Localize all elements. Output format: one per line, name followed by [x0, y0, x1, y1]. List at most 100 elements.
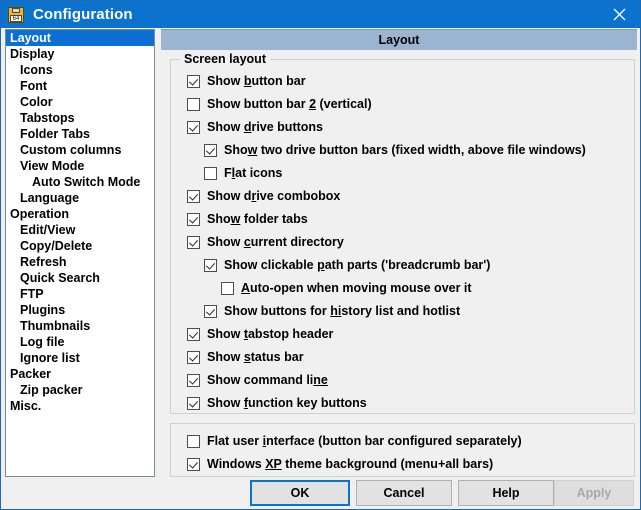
sidebar-item-display[interactable]: Display [6, 46, 154, 62]
label-accelerator: c [244, 235, 251, 249]
sidebar-item-label: Ignore list [20, 351, 80, 365]
sidebar-item-packer[interactable]: Packer [6, 366, 154, 382]
sidebar-item-view-mode[interactable]: View Mode [6, 158, 154, 174]
sidebar-item-edit-view[interactable]: Edit/View [6, 222, 154, 238]
checkbox-label: Show tabstop header [207, 327, 333, 341]
checkbox-label: Auto-open when moving mouse over it [241, 281, 472, 295]
label-accelerator: XP [265, 457, 281, 471]
label-text-post: tatus bar [251, 350, 304, 364]
floppy-disk-icon: 64 [8, 7, 24, 23]
label-text-post: ive combobox [256, 189, 340, 203]
checkbox-checked-icon [187, 190, 200, 203]
sidebar-item-ftp[interactable]: FTP [6, 286, 154, 302]
sidebar-item-label: Zip packer [20, 383, 83, 397]
sidebar-item-auto-switch-mode[interactable]: Auto Switch Mode [6, 174, 154, 190]
checkbox-flat-user-interface[interactable]: Flat user interface (button bar configur… [187, 432, 522, 450]
checkbox-show-tabstop-header[interactable]: Show tabstop header [187, 325, 333, 343]
checkbox-checked-icon [187, 121, 200, 134]
label-accelerator: w [231, 212, 241, 226]
label-text-post: story list and hotlist [341, 304, 460, 318]
label-text-pre: Show command li [207, 373, 313, 387]
sidebar-item-label: Misc. [10, 399, 41, 413]
checkbox-label: Show current directory [207, 235, 344, 249]
sidebar-item-label: FTP [20, 287, 44, 301]
sidebar-item-color[interactable]: Color [6, 94, 154, 110]
checkbox-show-drive-combobox[interactable]: Show drive combobox [187, 187, 340, 205]
checkbox-show-command-line[interactable]: Show command line [187, 371, 328, 389]
checkbox-checked-icon [187, 236, 200, 249]
sidebar-item-language[interactable]: Language [6, 190, 154, 206]
checkbox-show-button-bar-2[interactable]: Show button bar 2 (vertical) [187, 95, 372, 113]
label-text-pre: Show [207, 327, 244, 341]
label-text-post: uto-open when moving mouse over it [250, 281, 472, 295]
checkbox-flat-icons[interactable]: Flat icons [204, 164, 282, 182]
checkbox-label: Show button bar 2 (vertical) [207, 97, 372, 111]
sidebar-item-label: Custom columns [20, 143, 121, 157]
sidebar-item-quick-search[interactable]: Quick Search [6, 270, 154, 286]
cancel-button[interactable]: Cancel [356, 480, 452, 506]
checkbox-checked-icon [187, 458, 200, 471]
label-accelerator: p [317, 258, 325, 272]
close-icon[interactable] [597, 1, 641, 28]
checkbox-show-drive-buttons[interactable]: Show drive buttons [187, 118, 323, 136]
label-accelerator: s [244, 350, 251, 364]
checkbox-checked-icon [187, 213, 200, 226]
sidebar-item-zip-packer[interactable]: Zip packer [6, 382, 154, 398]
checkbox-windows-xp-theme-background[interactable]: Windows XP theme background (menu+all ba… [187, 455, 493, 473]
checkbox-label: Show command line [207, 373, 328, 387]
checkbox-label: Show button bar [207, 74, 306, 88]
checkbox-show-history-hotlist-buttons[interactable]: Show buttons for history list and hotlis… [204, 302, 460, 320]
checkbox-show-folder-tabs[interactable]: Show folder tabs [187, 210, 308, 228]
label-text-pre: Show [207, 74, 244, 88]
settings-category-tree[interactable]: LayoutDisplayIconsFontColorTabstopsFolde… [5, 29, 155, 477]
sidebar-item-plugins[interactable]: Plugins [6, 302, 154, 318]
label-accelerator: w [248, 143, 258, 157]
ok-button[interactable]: OK [250, 480, 350, 506]
sidebar-item-font[interactable]: Font [6, 78, 154, 94]
sidebar-item-folder-tabs[interactable]: Folder Tabs [6, 126, 154, 142]
sidebar-item-thumbnails[interactable]: Thumbnails [6, 318, 154, 334]
label-text-pre: Show clickable [224, 258, 317, 272]
label-text-post: utton bar [251, 74, 305, 88]
checkbox-show-status-bar[interactable]: Show status bar [187, 348, 304, 366]
sidebar-item-log-file[interactable]: Log file [6, 334, 154, 350]
sidebar-item-tabstops[interactable]: Tabstops [6, 110, 154, 126]
sidebar-item-copy-delete[interactable]: Copy/Delete [6, 238, 154, 254]
checkbox-show-button-bar[interactable]: Show button bar [187, 72, 306, 90]
sidebar-item-label: Language [20, 191, 79, 205]
checkbox-checked-icon [187, 75, 200, 88]
checkbox-checked-icon [204, 259, 217, 272]
checkbox-label: Show drive combobox [207, 189, 340, 203]
label-accelerator: ne [313, 373, 328, 387]
checkbox-show-clickable-path-parts[interactable]: Show clickable path parts ('breadcrumb b… [204, 256, 490, 274]
checkbox-checked-icon [187, 328, 200, 341]
checkbox-label: Flat user interface (button bar configur… [207, 434, 522, 448]
sidebar-item-icons[interactable]: Icons [6, 62, 154, 78]
label-text-pre: Show [207, 350, 244, 364]
group-screen-layout-title: Screen layout [180, 52, 270, 66]
label-text-pre: F [224, 166, 232, 180]
label-text-post: abstop header [248, 327, 333, 341]
sidebar-item-refresh[interactable]: Refresh [6, 254, 154, 270]
checkbox-unchecked-icon [187, 435, 200, 448]
checkbox-unchecked-icon [221, 282, 234, 295]
label-text-pre: Show button bar [207, 97, 309, 111]
sidebar-item-layout[interactable]: Layout [6, 30, 154, 46]
sidebar-item-label: View Mode [20, 159, 84, 173]
checkbox-show-current-directory[interactable]: Show current directory [187, 233, 344, 251]
checkbox-auto-open-on-mouse-over[interactable]: Auto-open when moving mouse over it [221, 279, 472, 297]
label-text-post: folder tabs [240, 212, 307, 226]
sidebar-item-operation[interactable]: Operation [6, 206, 154, 222]
checkbox-show-function-key-buttons[interactable]: Show function key buttons [187, 394, 367, 412]
label-accelerator: A [241, 281, 250, 295]
sidebar-item-label: Copy/Delete [20, 239, 92, 253]
sidebar-item-custom-columns[interactable]: Custom columns [6, 142, 154, 158]
sidebar-item-label: Plugins [20, 303, 65, 317]
checkbox-show-two-drive-button-bars[interactable]: Show two drive button bars (fixed width,… [204, 141, 586, 159]
label-text-pre: Sho [207, 212, 231, 226]
sidebar-item-misc[interactable]: Misc. [6, 398, 154, 414]
close-x-glyph [613, 8, 626, 21]
label-text-post: urrent directory [251, 235, 344, 249]
help-button[interactable]: Help [458, 480, 554, 506]
sidebar-item-ignore-list[interactable]: Ignore list [6, 350, 154, 366]
